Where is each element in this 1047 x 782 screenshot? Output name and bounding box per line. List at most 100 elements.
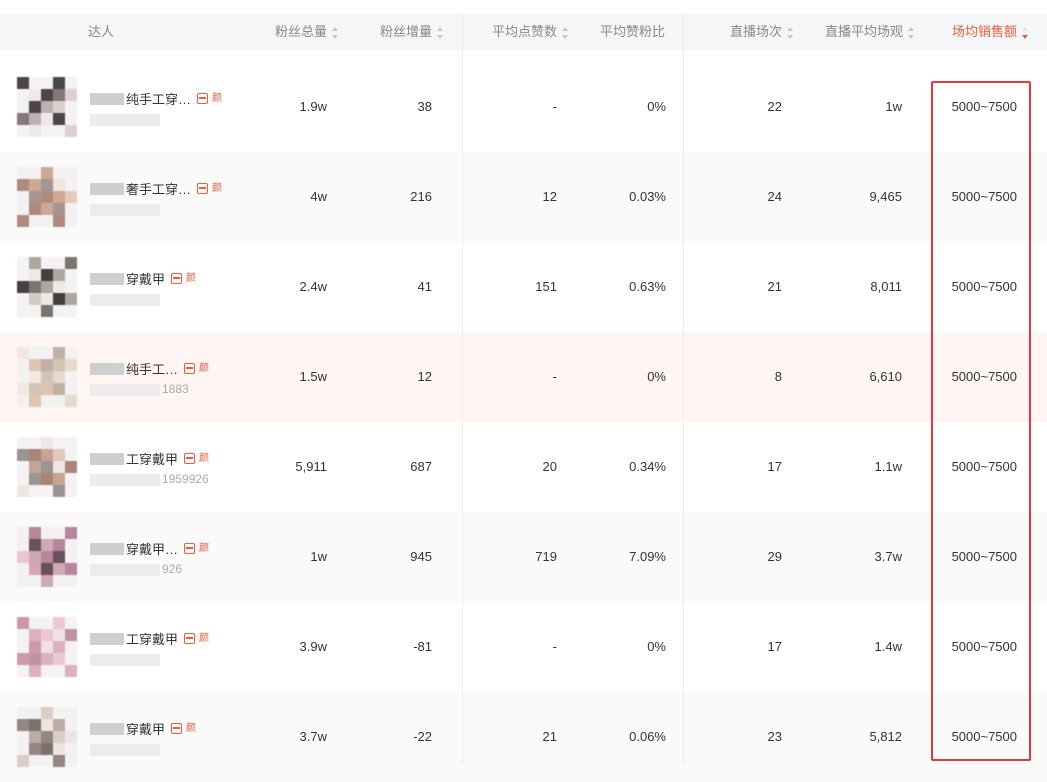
header-gap xyxy=(0,50,1047,62)
influencer-name[interactable]: 纯手工穿… xyxy=(126,89,191,108)
influencer-name[interactable]: 工穿戴甲 xyxy=(126,449,178,468)
avatar[interactable] xyxy=(17,257,77,317)
fans-increase-cell: -22 xyxy=(413,729,432,744)
sales-cell: 5000~7500 xyxy=(951,99,1017,114)
sort-icon[interactable] xyxy=(436,26,444,39)
influencer-id-text: 1883 xyxy=(162,382,189,396)
avatar[interactable] xyxy=(17,437,77,497)
influencer-id-text: 926 xyxy=(162,562,183,576)
sessions-cell: 23 xyxy=(767,729,782,744)
avg-views-cell: 6,610 xyxy=(869,369,902,384)
fans-increase-cell: 38 xyxy=(417,99,432,114)
beauty-tag: 颜 xyxy=(199,633,210,644)
total-fans-cell: 4w xyxy=(310,189,327,204)
table-row[interactable]: 纯手工穿… 颜 1.9w 38 - 0% 22 1w 5000~7500 xyxy=(0,62,1047,152)
avg-likes-cell: 12 xyxy=(542,189,557,204)
table-row[interactable]: 奢手工穿… 颜 4w 216 12 0.03% 24 9,465 5000~7500 xyxy=(0,152,1047,242)
influencer-name[interactable]: 穿戴甲 xyxy=(126,269,165,288)
table-row[interactable]: 穿戴甲 颜 2.4w 41 151 0.63% 21 8,011 5000~7500 xyxy=(0,242,1047,332)
col-avg-session-sales[interactable]: 场均销售额 xyxy=(952,14,1029,50)
influencer-name-line[interactable]: 纯手工… 颜 xyxy=(90,359,209,379)
total-fans-cell: 5,911 xyxy=(295,459,327,474)
sort-icon[interactable] xyxy=(786,26,794,39)
avg-likes-cell: - xyxy=(552,99,557,114)
total-fans-cell: 3.7w xyxy=(299,729,327,744)
influencer-name-line[interactable]: 工穿戴甲 颜 xyxy=(90,449,209,469)
table-row[interactable]: 纯手工… 颜 1883 1.5w 12 - 0% 8 6,610 5000~7500 xyxy=(0,332,1047,422)
influencer-name-line[interactable]: 工穿戴甲 颜 xyxy=(90,629,209,649)
influencer-id: 1883 xyxy=(90,382,189,396)
total-fans-cell: 1.9w xyxy=(299,99,327,114)
influencer-name[interactable]: 工穿戴甲 xyxy=(126,629,178,648)
sessions-cell: 29 xyxy=(767,549,782,564)
avg-views-cell: 1.4w xyxy=(874,639,902,654)
ratio-cell: 7.09% xyxy=(629,549,666,564)
avatar[interactable] xyxy=(17,617,77,677)
sessions-cell: 22 xyxy=(767,99,782,114)
sort-icon[interactable] xyxy=(907,26,915,39)
live-tag-icon xyxy=(184,363,196,374)
influencer-id xyxy=(90,202,162,216)
avatar[interactable] xyxy=(17,707,77,767)
beauty-tag: 颜 xyxy=(212,183,223,194)
sales-cell: 5000~7500 xyxy=(951,549,1017,564)
beauty-tag: 颜 xyxy=(186,723,197,734)
sort-desc-icon[interactable] xyxy=(1021,26,1029,39)
table-row[interactable]: 穿戴甲 颜 3.7w -22 21 0.06% 23 5,812 5000~7500 xyxy=(0,692,1047,782)
col-live-avg-views[interactable]: 直播平均场观 xyxy=(825,14,915,50)
fans-increase-cell: 41 xyxy=(417,279,432,294)
total-fans-cell: 1.5w xyxy=(299,369,327,384)
sessions-cell: 17 xyxy=(767,639,782,654)
avg-views-cell: 9,465 xyxy=(869,189,902,204)
column-divider xyxy=(683,14,684,764)
col-avg-likes[interactable]: 平均点赞数 xyxy=(492,14,569,50)
sales-cell: 5000~7500 xyxy=(951,369,1017,384)
blurred-name xyxy=(90,452,124,465)
fans-increase-cell: 12 xyxy=(417,369,432,384)
avg-likes-cell: - xyxy=(552,639,557,654)
fans-increase-cell: 687 xyxy=(410,459,432,474)
influencer-name-line[interactable]: 穿戴甲 颜 xyxy=(90,719,196,739)
col-total-fans[interactable]: 粉丝总量 xyxy=(275,14,339,50)
table-row[interactable]: 工穿戴甲 颜 1959926 5,911 687 20 0.34% 17 1.1w 5000~75… xyxy=(0,422,1047,512)
blurred-name xyxy=(90,362,124,375)
influencer-name-line[interactable]: 穿戴甲… 颜 xyxy=(90,539,209,559)
influencer-name[interactable]: 穿戴甲 xyxy=(126,719,165,738)
influencer-id xyxy=(90,652,162,666)
influencer-name[interactable]: 穿戴甲… xyxy=(126,539,178,558)
avatar[interactable] xyxy=(17,347,77,407)
avatar[interactable] xyxy=(17,77,77,137)
avg-likes-cell: - xyxy=(552,369,557,384)
influencer-name[interactable]: 奢手工穿… xyxy=(126,179,191,198)
sessions-cell: 24 xyxy=(767,189,782,204)
col-live-sessions[interactable]: 直播场次 xyxy=(730,14,794,50)
table-row[interactable]: 工穿戴甲 颜 3.9w -81 - 0% 17 1.4w 5000~7500 xyxy=(0,602,1047,692)
blurred-name xyxy=(90,182,124,195)
col-avg-like-fan-ratio: 平均赞粉比 xyxy=(599,24,665,39)
blurred-id xyxy=(90,743,160,756)
sort-icon[interactable] xyxy=(331,26,339,39)
blurred-id xyxy=(90,473,160,486)
ratio-cell: 0% xyxy=(647,639,666,654)
blurred-name xyxy=(90,722,124,735)
top-strip xyxy=(0,0,1047,14)
beauty-tag: 颜 xyxy=(199,453,210,464)
influencer-id xyxy=(90,292,162,306)
avg-views-cell: 8,011 xyxy=(870,279,902,294)
influencer-name-line[interactable]: 奢手工穿… 颜 xyxy=(90,179,222,199)
ratio-cell: 0.34% xyxy=(629,459,666,474)
sort-icon[interactable] xyxy=(561,26,569,39)
avatar[interactable] xyxy=(17,527,77,587)
beauty-tag: 颜 xyxy=(199,363,210,374)
influencer-name[interactable]: 纯手工… xyxy=(126,359,178,378)
avg-likes-cell: 21 xyxy=(542,729,557,744)
influencer-name-line[interactable]: 穿戴甲 颜 xyxy=(90,269,196,289)
table-row[interactable]: 穿戴甲… 颜 926 1w 945 719 7.09% 29 3.7w 5000~7500 xyxy=(0,512,1047,602)
sessions-cell: 17 xyxy=(767,459,782,474)
avatar[interactable] xyxy=(17,167,77,227)
col-fans-increase[interactable]: 粉丝增量 xyxy=(380,14,444,50)
ratio-cell: 0.03% xyxy=(629,189,666,204)
influencer-id-text: 1959926 xyxy=(162,472,209,486)
influencer-name-line[interactable]: 纯手工穿… 颜 xyxy=(90,89,222,109)
fans-increase-cell: 945 xyxy=(410,549,432,564)
